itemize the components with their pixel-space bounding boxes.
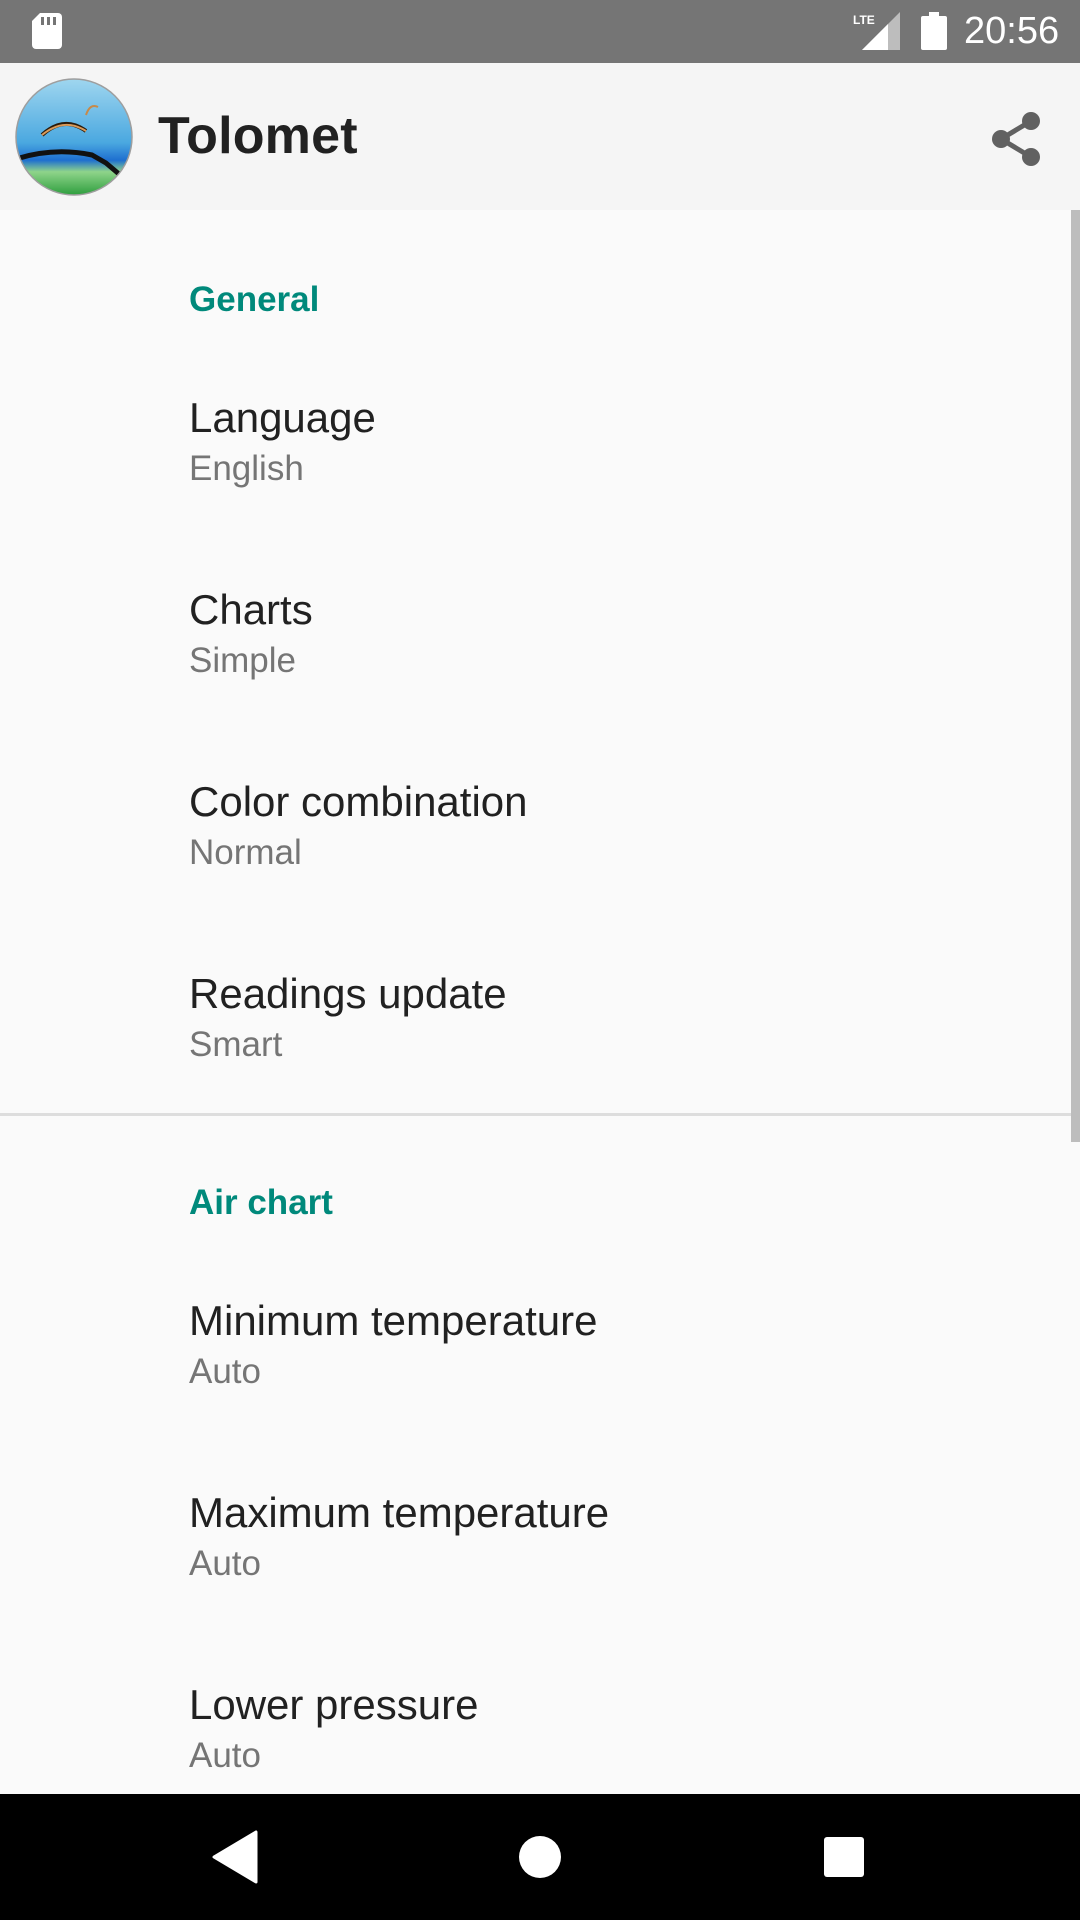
pref-title: Readings update — [189, 970, 507, 1017]
tolomet-logo-icon[interactable] — [14, 77, 134, 197]
pref-title: Charts — [189, 586, 313, 633]
pref-title: Minimum temperature — [189, 1297, 598, 1344]
pref-summary: Auto — [189, 1544, 261, 1583]
pref-lower-pressure[interactable]: Lower pressure Auto — [0, 1679, 1068, 1794]
settings-list[interactable]: General Language English Charts Simple C… — [0, 210, 1080, 1794]
pref-summary: Smart — [189, 1025, 283, 1064]
sd-card-icon — [32, 13, 62, 49]
status-clock: 20:56 — [964, 10, 1060, 52]
svg-text:LTE: LTE — [853, 13, 875, 27]
pref-title: Language — [189, 394, 376, 441]
recents-icon[interactable] — [823, 1836, 865, 1878]
scrollbar[interactable] — [1071, 210, 1080, 1142]
home-icon[interactable] — [518, 1835, 562, 1879]
pref-title: Maximum temperature — [189, 1489, 610, 1536]
pref-title: Lower pressure — [189, 1681, 479, 1728]
pref-summary: Normal — [189, 833, 302, 872]
app-bar: Tolomet — [0, 63, 1080, 210]
pref-maximum-temperature[interactable]: Maximum temperature Auto — [0, 1487, 1068, 1677]
section-divider — [0, 1113, 1080, 1116]
pref-summary: Simple — [189, 641, 296, 680]
back-icon[interactable] — [210, 1830, 260, 1884]
pref-title: Color combination — [189, 778, 528, 825]
share-icon — [992, 112, 1040, 166]
pref-language[interactable]: Language English — [0, 392, 1068, 582]
pref-summary: English — [189, 449, 304, 488]
share-button[interactable] — [980, 103, 1052, 175]
lte-signal-icon: LTE — [853, 12, 900, 50]
battery-icon — [921, 12, 947, 50]
pref-minimum-temperature[interactable]: Minimum temperature Auto — [0, 1295, 1068, 1485]
app-title: Tolomet — [158, 107, 358, 165]
category-air-chart: Air chart — [189, 1183, 333, 1222]
category-general: General — [189, 280, 320, 319]
pref-charts[interactable]: Charts Simple — [0, 584, 1068, 774]
status-bar: LTE 20:56 — [0, 0, 1080, 63]
pref-color-combination[interactable]: Color combination Normal — [0, 776, 1068, 966]
pref-readings-update[interactable]: Readings update Smart — [0, 968, 1068, 1158]
pref-summary: Auto — [189, 1736, 261, 1775]
navigation-bar — [0, 1794, 1080, 1920]
pref-summary: Auto — [189, 1352, 261, 1391]
